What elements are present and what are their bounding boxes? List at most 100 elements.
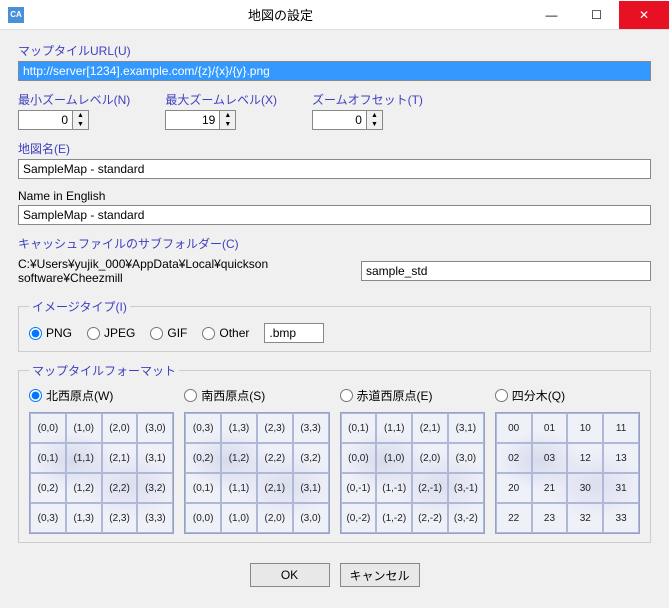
grid-cell: (2,3) bbox=[102, 503, 138, 533]
grid-cell: 12 bbox=[567, 443, 603, 473]
imagetype-fieldset: イメージタイプ(I) PNG JPEG GIF Other bbox=[18, 298, 651, 352]
grid-cell: (1,2) bbox=[66, 473, 102, 503]
grid-cell: (2,1) bbox=[102, 443, 138, 473]
grid-cell: (2,0) bbox=[102, 413, 138, 443]
grid-cell: 21 bbox=[532, 473, 568, 503]
grid-cell: 02 bbox=[496, 443, 532, 473]
grid-cell: (0,1) bbox=[30, 443, 66, 473]
min-zoom-up[interactable]: ▲ bbox=[73, 111, 88, 120]
grid-cell: 01 bbox=[532, 413, 568, 443]
min-zoom-down[interactable]: ▼ bbox=[73, 120, 88, 129]
grid-eq: (0,1)(1,1)(2,1)(3,1)(0,0)(1,0)(2,0)(3,0)… bbox=[340, 412, 485, 534]
grid-cell: (3,-2) bbox=[448, 503, 484, 533]
grid-cell: (2,2) bbox=[102, 473, 138, 503]
mapname-input[interactable] bbox=[18, 159, 651, 179]
zoom-offset-down[interactable]: ▼ bbox=[367, 120, 382, 129]
radio-nw[interactable]: 北西原点(W) bbox=[29, 387, 174, 404]
grid-cell: (2,3) bbox=[257, 413, 293, 443]
radio-qt[interactable]: 四分木(Q) bbox=[495, 387, 640, 404]
max-zoom-input[interactable] bbox=[165, 110, 220, 130]
radio-sw[interactable]: 南西原点(S) bbox=[184, 387, 329, 404]
grid-cell: 33 bbox=[603, 503, 639, 533]
grid-cell: (2,1) bbox=[412, 413, 448, 443]
cache-label: キャッシュファイルのサブフォルダー(C) bbox=[18, 235, 651, 252]
url-input[interactable] bbox=[18, 61, 651, 81]
grid-cell: (3,2) bbox=[137, 473, 173, 503]
grid-cell: 03 bbox=[532, 443, 568, 473]
grid-cell: (3,0) bbox=[293, 503, 329, 533]
grid-cell: (0,3) bbox=[30, 503, 66, 533]
grid-cell: (1,0) bbox=[66, 413, 102, 443]
grid-cell: 00 bbox=[496, 413, 532, 443]
grid-cell: (1,1) bbox=[66, 443, 102, 473]
cancel-button[interactable]: キャンセル bbox=[340, 563, 420, 587]
grid-cell: (3,0) bbox=[448, 443, 484, 473]
grid-cell: (3,1) bbox=[293, 473, 329, 503]
grid-cell: 22 bbox=[496, 503, 532, 533]
zoom-offset-label: ズームオフセット(T) bbox=[312, 91, 423, 108]
grid-cell: (3,1) bbox=[448, 413, 484, 443]
grid-cell: (1,3) bbox=[221, 413, 257, 443]
max-zoom-down[interactable]: ▼ bbox=[220, 120, 235, 129]
maximize-button[interactable]: ☐ bbox=[574, 1, 619, 29]
grid-sw: (0,3)(1,3)(2,3)(3,3)(0,2)(1,2)(2,2)(3,2)… bbox=[184, 412, 329, 534]
window-title: 地図の設定 bbox=[32, 5, 529, 24]
grid-cell: (0,0) bbox=[30, 413, 66, 443]
url-label: マップタイルURL(U) bbox=[18, 42, 651, 59]
other-ext-input[interactable] bbox=[264, 323, 324, 343]
zoom-offset-up[interactable]: ▲ bbox=[367, 111, 382, 120]
grid-cell: (3,3) bbox=[137, 503, 173, 533]
radio-eq[interactable]: 赤道西原点(E) bbox=[340, 387, 485, 404]
grid-cell: (2,-2) bbox=[412, 503, 448, 533]
grid-cell: 13 bbox=[603, 443, 639, 473]
grid-cell: (0,-2) bbox=[341, 503, 377, 533]
zoom-offset-input[interactable] bbox=[312, 110, 367, 130]
grid-cell: (0,0) bbox=[341, 443, 377, 473]
grid-cell: 30 bbox=[567, 473, 603, 503]
grid-cell: 23 bbox=[532, 503, 568, 533]
grid-qt: 00011011020312132021303122233233 bbox=[495, 412, 640, 534]
ok-button[interactable]: OK bbox=[250, 563, 330, 587]
radio-gif[interactable]: GIF bbox=[150, 326, 187, 340]
grid-cell: 32 bbox=[567, 503, 603, 533]
grid-cell: (1,3) bbox=[66, 503, 102, 533]
cache-path: C:¥Users¥yujik_000¥AppData¥Local¥quickso… bbox=[18, 254, 356, 288]
english-input[interactable] bbox=[18, 205, 651, 225]
english-label: Name in English bbox=[18, 189, 651, 203]
grid-cell: 10 bbox=[567, 413, 603, 443]
grid-cell: (1,-2) bbox=[376, 503, 412, 533]
min-zoom-label: 最小ズームレベル(N) bbox=[18, 91, 130, 108]
radio-png[interactable]: PNG bbox=[29, 326, 72, 340]
grid-cell: (1,1) bbox=[221, 473, 257, 503]
imagetype-legend: イメージタイプ(I) bbox=[29, 298, 130, 315]
format-legend: マップタイルフォーマット bbox=[29, 362, 179, 379]
titlebar: CA 地図の設定 — ☐ ✕ bbox=[0, 0, 669, 30]
radio-other[interactable]: Other bbox=[202, 326, 249, 340]
grid-cell: (3,2) bbox=[293, 443, 329, 473]
grid-cell: (1,-1) bbox=[376, 473, 412, 503]
max-zoom-up[interactable]: ▲ bbox=[220, 111, 235, 120]
grid-cell: (2,2) bbox=[257, 443, 293, 473]
grid-cell: (0,2) bbox=[185, 443, 221, 473]
grid-cell: (3,0) bbox=[137, 413, 173, 443]
grid-cell: 20 bbox=[496, 473, 532, 503]
close-button[interactable]: ✕ bbox=[619, 1, 669, 29]
grid-cell: (1,2) bbox=[221, 443, 257, 473]
grid-cell: (0,2) bbox=[30, 473, 66, 503]
min-zoom-input[interactable] bbox=[18, 110, 73, 130]
minimize-button[interactable]: — bbox=[529, 1, 574, 29]
grid-cell: (0,0) bbox=[185, 503, 221, 533]
grid-cell: (1,0) bbox=[221, 503, 257, 533]
grid-cell: (0,3) bbox=[185, 413, 221, 443]
grid-cell: (0,1) bbox=[185, 473, 221, 503]
grid-cell: (0,-1) bbox=[341, 473, 377, 503]
cache-input[interactable] bbox=[361, 261, 651, 281]
max-zoom-label: 最大ズームレベル(X) bbox=[165, 91, 277, 108]
grid-cell: (2,-1) bbox=[412, 473, 448, 503]
grid-cell: 31 bbox=[603, 473, 639, 503]
grid-cell: (2,0) bbox=[412, 443, 448, 473]
radio-jpeg[interactable]: JPEG bbox=[87, 326, 135, 340]
grid-cell: (1,0) bbox=[376, 443, 412, 473]
grid-cell: (2,1) bbox=[257, 473, 293, 503]
grid-cell: (3,-1) bbox=[448, 473, 484, 503]
